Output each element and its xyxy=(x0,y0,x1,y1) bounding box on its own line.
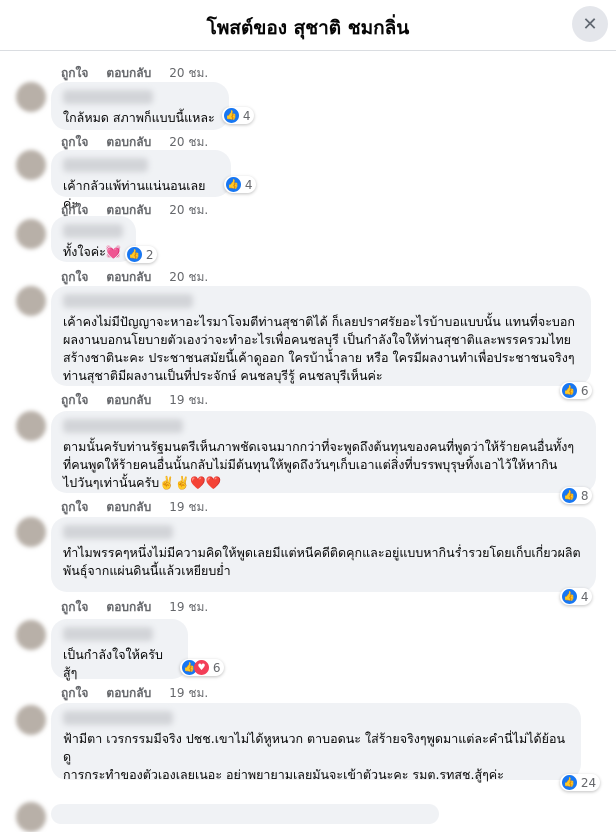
like-icon: 👍 xyxy=(562,488,577,503)
author-name[interactable] xyxy=(63,419,183,433)
reaction-count[interactable]: 👍 4 xyxy=(560,588,593,605)
avatar[interactable] xyxy=(16,219,46,249)
dialog-title: โพสต์ของ สุชาติ ชมกลิ่น xyxy=(206,17,410,39)
like-icon: 👍 xyxy=(562,775,577,790)
reply-link[interactable]: ตอบกลับ xyxy=(106,498,151,517)
comment-actions: ถูกใจ ตอบกลับ 19 ชม. xyxy=(61,391,208,410)
reaction-count[interactable]: 👍 4 xyxy=(222,107,255,124)
reply-link[interactable]: ตอบกลับ xyxy=(106,268,151,287)
comment-actions: ถูกใจ ตอบกลับ 19 ชม. xyxy=(61,498,208,517)
comment-bubble: เค้ากลัวแพ้ท่านแน่นอนเลยค่ะ xyxy=(51,150,231,211)
like-link[interactable]: ถูกใจ xyxy=(61,64,88,83)
comment-time[interactable]: 20 ชม. xyxy=(169,201,208,220)
comment-bubble: ฟ้ามีตา เวรกรรมมีจริง ปชช.เขาไม่ได้หูหนว… xyxy=(51,703,581,782)
author-name[interactable] xyxy=(63,525,173,539)
like-link[interactable]: ถูกใจ xyxy=(61,684,88,703)
like-icon: 👍 xyxy=(562,589,577,604)
like-icon: 👍 xyxy=(226,177,241,192)
comment-bubble: ทั้งใจค่ะ💓 xyxy=(51,216,136,262)
comment-bubble xyxy=(51,804,439,824)
reply-link[interactable]: ตอบกลับ xyxy=(106,64,151,83)
like-link[interactable]: ถูกใจ xyxy=(61,391,88,410)
reply-link[interactable]: ตอบกลับ xyxy=(106,391,151,410)
love-icon: ♥ xyxy=(194,660,209,675)
dialog-header: โพสต์ของ สุชาติ ชมกลิ่น ✕ xyxy=(0,0,616,51)
avatar[interactable] xyxy=(16,150,46,180)
like-icon: 👍 xyxy=(562,383,577,398)
comment-text: เค้าคงไม่มีปัญญาจะหาอะไรมาโจมตีท่านสุชาต… xyxy=(63,314,575,383)
comment-text: ฟ้ามีตา เวรกรรมมีจริง ปชช.เขาไม่ได้หูหนว… xyxy=(63,731,566,782)
comment-actions: ถูกใจ ตอบกลับ 20 ชม. xyxy=(61,64,208,83)
avatar[interactable] xyxy=(16,620,46,650)
author-name[interactable] xyxy=(63,294,193,308)
comment-text: ใกล้หมด สภาพก็แบบนี้แหละ xyxy=(63,110,215,125)
avatar[interactable] xyxy=(16,802,46,832)
comment-text: ตามนั้นครับท่านรัฐมนตรีเห็นภาพชัดเจนมากก… xyxy=(63,439,575,490)
author-name[interactable] xyxy=(63,711,173,725)
like-icon: 👍 xyxy=(127,247,142,262)
reaction-count[interactable]: 👍 8 xyxy=(560,487,593,504)
comment-time[interactable]: 20 ชม. xyxy=(169,268,208,287)
comment-time[interactable]: 19 ชม. xyxy=(169,684,208,703)
like-link[interactable]: ถูกใจ xyxy=(61,598,88,617)
comment-actions: ถูกใจ ตอบกลับ 19 ชม. xyxy=(61,684,208,703)
close-icon[interactable]: ✕ xyxy=(572,6,608,42)
reply-link[interactable]: ตอบกลับ xyxy=(106,598,151,617)
comment-time[interactable]: 20 ชม. xyxy=(169,64,208,83)
author-name[interactable] xyxy=(63,158,148,172)
comment-time[interactable]: 19 ชม. xyxy=(169,598,208,617)
comment-time[interactable]: 19 ชม. xyxy=(169,498,208,517)
comment-text: เป็นกำลังใจให้ครับสู้ๆ xyxy=(63,647,163,680)
avatar[interactable] xyxy=(16,705,46,735)
comment-actions: ถูกใจ ตอบกลับ 19 ชม. xyxy=(61,598,208,617)
avatar[interactable] xyxy=(16,517,46,547)
comment-actions: ถูกใจ ตอบกลับ 20 ชม. xyxy=(61,268,208,287)
reaction-count[interactable]: 👍 2 xyxy=(125,246,158,263)
comment-bubble: ทำไมพรรคๆหนึ่งไม่มีความคิดให้พูดเลยมีแต่… xyxy=(51,517,596,592)
reaction-count[interactable]: 👍 ♥ 6 xyxy=(180,659,225,676)
comment-bubble: ตามนั้นครับท่านรัฐมนตรีเห็นภาพชัดเจนมากก… xyxy=(51,411,596,493)
avatar[interactable] xyxy=(16,286,46,316)
avatar[interactable] xyxy=(16,82,46,112)
like-link[interactable]: ถูกใจ xyxy=(61,498,88,517)
comment-bubble: ใกล้หมด สภาพก็แบบนี้แหละ xyxy=(51,82,229,130)
comment-text: ทำไมพรรคๆหนึ่งไม่มีความคิดให้พูดเลยมีแต่… xyxy=(63,545,581,578)
comment-bubble: เค้าคงไม่มีปัญญาจะหาอะไรมาโจมตีท่านสุชาต… xyxy=(51,286,591,386)
comment-text: ทั้งใจค่ะ💓 xyxy=(63,244,122,259)
reply-link[interactable]: ตอบกลับ xyxy=(106,684,151,703)
like-link[interactable]: ถูกใจ xyxy=(61,268,88,287)
reaction-count[interactable]: 👍 24 xyxy=(560,774,601,791)
avatar[interactable] xyxy=(16,411,46,441)
reaction-count[interactable]: 👍 4 xyxy=(224,176,257,193)
comment-bubble: เป็นกำลังใจให้ครับสู้ๆ xyxy=(51,619,188,680)
author-name[interactable] xyxy=(63,90,153,104)
reaction-count[interactable]: 👍 6 xyxy=(560,382,593,399)
author-name[interactable] xyxy=(63,627,153,641)
author-name[interactable] xyxy=(63,224,123,238)
comment-time[interactable]: 19 ชม. xyxy=(169,391,208,410)
like-icon: 👍 xyxy=(224,108,239,123)
